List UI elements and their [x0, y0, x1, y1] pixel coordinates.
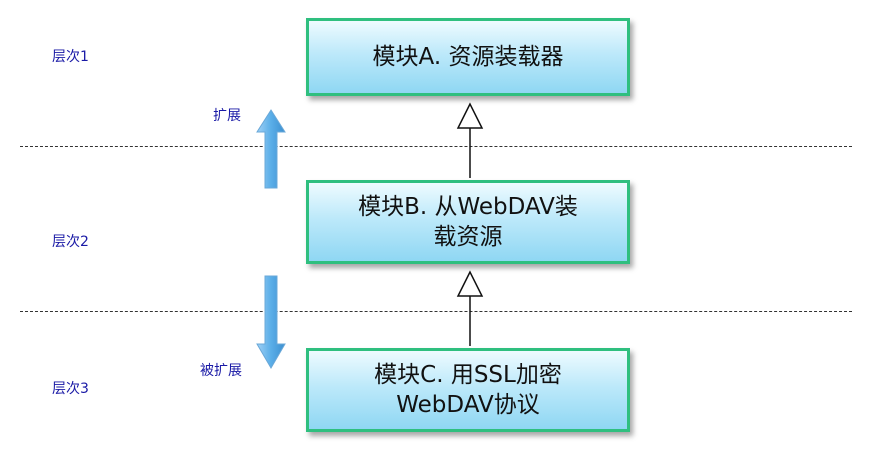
module-b-title-line2: 载资源: [433, 224, 503, 250]
module-c-box: 模块C. 用SSL加密 WebDAV协议: [306, 348, 630, 432]
module-a-box: 模块A. 资源装载器: [306, 18, 630, 96]
module-b-title-line1: 模块B. 从WebDAV装: [358, 194, 578, 220]
module-a-title: 模块A. 资源装载器: [372, 44, 564, 70]
module-c-title-line1: 模块C. 用SSL加密: [374, 362, 562, 388]
connector-c-to-b-arrowhead: [456, 270, 484, 297]
module-b-box: 模块B. 从WebDAV装 载资源: [306, 180, 630, 264]
module-c-title-line2: WebDAV协议: [396, 392, 540, 418]
connector-b-to-a-arrowhead: [456, 102, 484, 129]
module-layer-diagram: 层次1 层次2 层次3 扩展 被扩展 模块A. 资源装载器 模块B. 从WebD…: [0, 0, 869, 454]
